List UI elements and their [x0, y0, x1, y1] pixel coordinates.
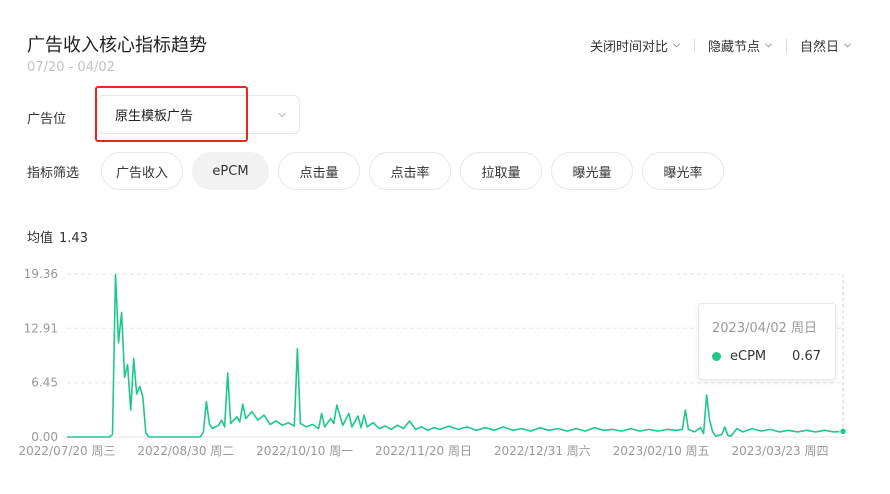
tooltip-series-name: eCPM	[730, 349, 767, 364]
tooltip-row: eCPM 0.67	[712, 349, 821, 364]
x-tick-label: 2022/11/20 周日	[375, 444, 472, 458]
metric-pill-pulls[interactable]: 拉取量	[460, 152, 542, 190]
average-readout: 均值 1.43	[27, 227, 88, 246]
average-value: 1.43	[59, 231, 88, 246]
hide-nodes-toggle[interactable]: 隐藏节点	[708, 36, 773, 55]
hide-nodes-label: 隐藏节点	[707, 40, 760, 55]
metric-pill-impressions[interactable]: 曝光量	[551, 152, 633, 190]
chevron-down-icon	[672, 43, 680, 48]
x-tick-label: 2023/03/23 周四	[732, 444, 829, 458]
x-tick-label: 2022/12/31 周六	[494, 444, 591, 458]
y-tick-label: 6.45	[31, 376, 58, 390]
x-tick-label: 2022/08/30 周二	[137, 444, 234, 458]
x-tick-label: 2022/10/10 周一	[256, 444, 353, 458]
ad-position-select[interactable]: 原生模板广告	[97, 95, 300, 134]
time-compare-label: 关闭时间对比	[589, 40, 668, 55]
chart-tooltip: 2023/04/02 周日 eCPM 0.67	[698, 303, 836, 380]
divider	[785, 39, 787, 52]
series-dot	[712, 352, 721, 361]
metric-pill-impression-rate[interactable]: 曝光率	[642, 152, 724, 190]
page-title: 广告收入核心指标趋势	[27, 35, 207, 56]
divider	[693, 39, 695, 52]
chevron-down-icon	[278, 112, 286, 118]
metric-pill-epcm[interactable]: ePCM	[192, 152, 269, 190]
top-controls: 关闭时间对比 隐藏节点 自然日	[590, 36, 852, 55]
granularity-select[interactable]: 自然日	[800, 36, 852, 55]
chevron-down-icon	[843, 43, 852, 48]
chevron-down-icon	[764, 43, 772, 48]
metric-filter-pills: 广告收入 ePCM 点击量 点击率 拉取量 曝光量 曝光率	[101, 152, 724, 190]
y-tick-label: 19.36	[24, 267, 58, 281]
y-tick-label: 12.91	[24, 321, 58, 335]
metric-pill-clicks[interactable]: 点击量	[278, 152, 360, 190]
ad-position-value: 原生模板广告	[115, 109, 194, 124]
y-tick-label: 0.00	[31, 430, 58, 444]
metric-filter-label: 指标筛选	[27, 166, 80, 181]
x-tick-label: 2023/02/10 周五	[613, 444, 710, 458]
ad-position-label: 广告位	[27, 112, 67, 127]
date-range: 07/20 - 04/02	[27, 60, 115, 75]
metric-pill-revenue[interactable]: 广告收入	[101, 152, 183, 190]
granularity-label: 自然日	[799, 40, 839, 55]
tooltip-date: 2023/04/02 周日	[712, 321, 818, 336]
highlight-point	[839, 427, 847, 436]
time-compare-toggle[interactable]: 关闭时间对比	[590, 36, 681, 55]
x-tick-label: 2022/07/20 周三	[19, 444, 116, 458]
tooltip-value: 0.67	[792, 349, 821, 364]
metric-pill-ctr[interactable]: 点击率	[369, 152, 451, 190]
average-label: 均值	[27, 231, 54, 246]
